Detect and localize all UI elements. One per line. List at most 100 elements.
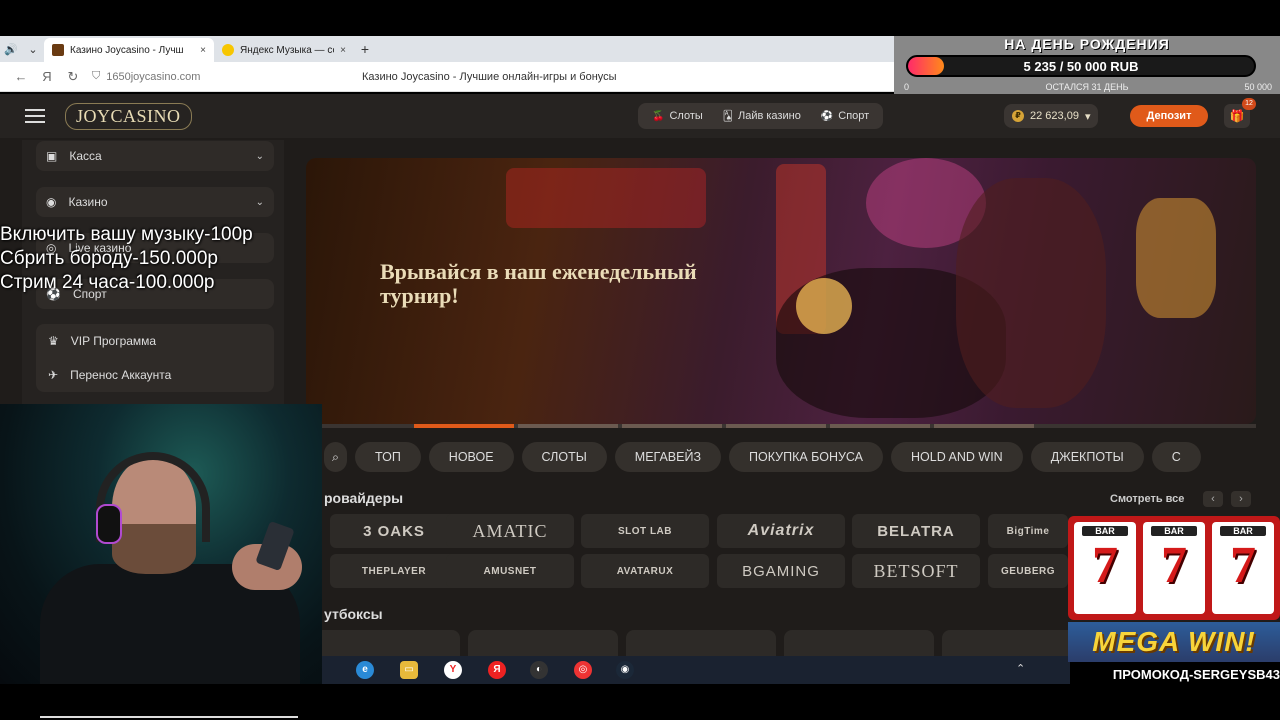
donation-title: НА ДЕНЬ РОЖДЕНИЯ <box>1004 36 1170 52</box>
sidebar-item-casino[interactable]: ◉ Казино ⌄ <box>36 187 274 217</box>
yandex-icon[interactable]: Я <box>34 69 60 84</box>
banner-title: Врывайся в наш еженедельный турнир! <box>380 259 697 308</box>
speaker-icon[interactable]: 🔊 <box>0 36 22 62</box>
headlight-image <box>796 278 852 334</box>
slot-frame: BAR 7 BAR 7 BAR 7 <box>1068 516 1280 620</box>
tab-yandex-music[interactable]: Яндекс Музыка — со × <box>214 38 354 62</box>
provider-bgaming[interactable]: BGAMING <box>717 554 845 588</box>
category-top[interactable]: ТОП <box>355 442 421 472</box>
chevron-down-icon: ▾ <box>1084 110 1091 123</box>
menu-icon[interactable] <box>25 109 45 123</box>
tab-title: Казино Joycasino - Лучш <box>70 44 184 56</box>
cherry-icon: 🍒 <box>652 110 665 122</box>
browser-tab-bar: 🔊 ⌄ Казино Joycasino - Лучш × Яндекс Муз… <box>0 36 900 62</box>
ball-icon: ⚽ <box>820 110 834 122</box>
provider-3oaks[interactable]: 3 OAKS <box>330 514 458 548</box>
provider-bigtime[interactable]: BigTime <box>988 514 1068 548</box>
nav-sport[interactable]: ⚽ Спорт <box>813 110 877 122</box>
provider-amusnet[interactable]: AMUSNET <box>446 554 574 588</box>
yandex-music-favicon-icon <box>222 44 234 56</box>
gift-button[interactable]: 🎁 12 <box>1224 98 1256 128</box>
stream-text-line: Сбрить бороду-150.000р <box>0 248 218 269</box>
url-text: 1650joycasino.com <box>106 70 201 83</box>
url-field[interactable]: ⛉ 1650joycasino.com <box>92 70 332 83</box>
carousel-dot[interactable] <box>726 424 826 428</box>
chrome-icon[interactable]: ◎ <box>574 661 592 679</box>
wallet-icon: ▣ <box>46 149 58 163</box>
plane-icon: ✈ <box>48 368 59 382</box>
joycasino-favicon-icon <box>52 44 64 56</box>
provider-belatra[interactable]: BELATRA <box>852 514 980 548</box>
mega-win-banner: MEGA WIN! <box>1068 622 1280 662</box>
steam-icon[interactable]: ◉ <box>616 661 634 679</box>
donation-amount: 5 235 / 50 000 RUB <box>1023 59 1139 74</box>
rider-image <box>956 178 1106 408</box>
promo-code-text: ПРОМОКОД-SERGEYSB43 <box>1112 667 1280 682</box>
sidebar-item-kassa[interactable]: ▣ Касса ⌄ <box>36 141 274 171</box>
sidebar-item-label: VIP Программа <box>70 334 157 348</box>
carousel-dot[interactable] <box>414 424 514 428</box>
bar-symbol: BAR <box>1220 526 1266 536</box>
coin-icon: ₽ <box>1012 110 1024 122</box>
category-more[interactable]: С <box>1151 442 1201 472</box>
yandex-browser-icon[interactable]: Y <box>444 661 462 679</box>
site-logo[interactable]: JOYCASINO <box>65 102 192 130</box>
providers-heading: ровайдеры <box>324 490 404 506</box>
tab-close-icon[interactable]: × <box>340 45 346 56</box>
nav-label: Спорт <box>838 110 870 122</box>
bar-symbol: BAR <box>1082 526 1128 536</box>
new-tab-button[interactable]: + <box>354 41 376 57</box>
search-icon[interactable]: ⌕ <box>324 442 348 472</box>
slot-reel: BAR 7 <box>1074 522 1136 614</box>
provider-betsoft[interactable]: BETSOFT <box>852 554 980 588</box>
page-title: Казино Joycasino - Лучшие онлайн-игры и … <box>362 70 617 83</box>
deposit-button[interactable]: Депозит <box>1130 105 1208 127</box>
balance-dropdown[interactable]: ₽ 22 623,09 ▾ <box>1004 104 1099 128</box>
donation-max: 50 000 <box>1244 82 1272 92</box>
casino-chip-icon: ◉ <box>46 195 57 209</box>
promo-banner[interactable]: Врывайся в наш еженедельный турнир! <box>306 158 1256 424</box>
edge-icon[interactable]: e <box>356 661 374 679</box>
address-bar: ← Я ↻ ⛉ 1650joycasino.com Казино Joycasi… <box>0 62 900 92</box>
sidebar-item-vip[interactable]: ♛ VIP Программа <box>36 324 274 358</box>
provider-geuberg[interactable]: GEUBERG <box>988 554 1068 588</box>
carousel-dot[interactable] <box>830 424 930 428</box>
cards-icon: 🂡 <box>722 110 733 122</box>
see-all-link[interactable]: Смотреть все <box>1110 493 1184 505</box>
nav-live-casino[interactable]: 🂡 Лайв казино <box>715 110 809 122</box>
tab-close-icon[interactable]: × <box>200 45 206 56</box>
sidebar-group: ♛ VIP Программа ✈ Перенос Аккаунта <box>36 324 274 392</box>
category-slots[interactable]: СЛОТЫ <box>521 442 607 472</box>
folder-icon[interactable]: ▭ <box>400 661 418 679</box>
category-hold-and-win[interactable]: HOLD AND WIN <box>891 442 1023 472</box>
arrow-left-icon[interactable]: ‹ <box>1203 491 1223 507</box>
lootboxes-heading: утбоксы <box>324 606 383 622</box>
carousel-dot[interactable] <box>934 424 1034 428</box>
category-jackpots[interactable]: ДЖЕКПОТЫ <box>1030 442 1144 472</box>
category-bonus-buy[interactable]: ПОКУПКА БОНУСА <box>729 442 884 472</box>
crown-icon: ♛ <box>48 334 59 348</box>
provider-slotlab[interactable]: SLOT LAB <box>581 514 709 548</box>
provider-avatarux[interactable]: AVATARUX <box>581 554 709 588</box>
arrow-right-icon[interactable]: › <box>1231 491 1251 507</box>
provider-aviatrix[interactable]: Aviatrix <box>717 514 845 548</box>
gift-count-badge: 12 <box>1242 98 1256 110</box>
back-arrow-icon[interactable]: ← <box>8 69 34 84</box>
yandex-icon[interactable]: Я <box>488 661 506 679</box>
carousel-dot[interactable] <box>518 424 618 428</box>
category-megaways[interactable]: МЕГАВЕЙЗ <box>614 442 722 472</box>
provider-amatic[interactable]: AMATIC <box>446 514 574 548</box>
provider-theplayer[interactable]: THEPLAYER <box>330 554 458 588</box>
category-new[interactable]: НОВОЕ <box>428 442 514 472</box>
obs-icon[interactable]: ◐ <box>530 661 548 679</box>
reload-icon[interactable]: ↻ <box>60 69 86 85</box>
tab-list-chevron-icon[interactable]: ⌄ <box>22 36 44 62</box>
sidebar-item-account-transfer[interactable]: ✈ Перенос Аккаунта <box>36 358 274 392</box>
carousel-dot[interactable] <box>622 424 722 428</box>
nav-slots[interactable]: 🍒 Слоты <box>644 110 711 122</box>
slot-machine-overlay: BAR 7 BAR 7 BAR 7 MEGA WIN! <box>1068 516 1280 664</box>
nav-label: Лайв казино <box>738 110 801 122</box>
sidebar-item-label: Казино <box>68 195 108 209</box>
tab-joycasino[interactable]: Казино Joycasino - Лучш × <box>44 38 214 62</box>
tray-chevron-icon[interactable]: ⌃ <box>1016 662 1025 675</box>
